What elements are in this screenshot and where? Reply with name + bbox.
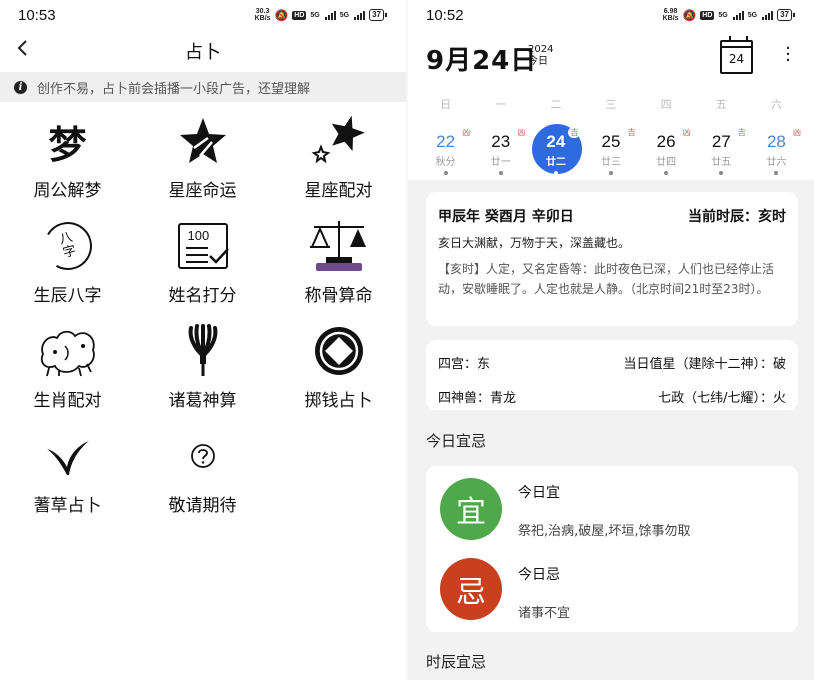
current-date[interactable]: 9月24日 xyxy=(426,40,537,77)
net-speed: 30.3 KB/s xyxy=(254,8,271,22)
net-speed: 6.98 KB/s xyxy=(662,8,679,22)
feather-fan-icon xyxy=(188,324,217,376)
bazi-icon: 八字 xyxy=(38,216,97,276)
gong-text: 四宫：东 xyxy=(438,356,491,372)
zodiac-animals-icon xyxy=(40,330,95,377)
info-icon: i xyxy=(14,80,27,94)
scale-icon xyxy=(309,221,366,271)
status-bar: 10:53 30.3 KB/s 🔕 HD 5G 5G 37 xyxy=(0,0,406,32)
day-description: 亥日大渊献，万物于天，深盖藏也。 xyxy=(438,236,631,250)
section-title: 今日宜忌 xyxy=(426,432,487,450)
item-coming-soon[interactable]: 敬请期待 xyxy=(135,427,270,532)
coin-icon xyxy=(314,327,363,375)
shenshou-text: 四神兽：青龙 xyxy=(438,390,517,406)
ganzhi-card: 甲辰年 癸酉月 辛卯日 当前时辰：亥时 亥日大渊献，万物于天，深盖藏也。 【亥时… xyxy=(426,192,798,326)
zhixing-text: 当日值星（建除十二神）：破 xyxy=(623,356,786,372)
info-card: 四宫：东 当日值星（建除十二神）：破 四神兽：青龙 七政（七纬/七耀）：火 xyxy=(426,340,798,410)
yarrow-icon xyxy=(46,441,89,475)
page-title: 占卜 xyxy=(185,42,221,63)
status-time: 10:53 xyxy=(18,7,56,24)
current-shichen: 当前时辰：亥时 xyxy=(688,209,786,225)
battery-icon: 37 xyxy=(777,9,795,21)
yi-content: 祭祀,治病,破屋,坏垣,馀事勿取 xyxy=(518,524,691,539)
day-cell[interactable]: 凶 28 廿六 xyxy=(749,124,804,178)
item-name-score[interactable]: 100 姓名打分 xyxy=(135,217,270,322)
ganzhi-text: 甲辰年 癸酉月 辛卯日 xyxy=(438,209,574,225)
item-bazi[interactable]: 八字 生辰八字 xyxy=(0,216,135,322)
signal-icon xyxy=(732,10,744,20)
more-vert-icon: · · · xyxy=(785,38,791,71)
divination-screen: 10:53 30.3 KB/s 🔕 HD 5G 5G 37 占卜 i 创作不易，占… xyxy=(0,0,406,680)
item-zhuge[interactable]: 诸葛神算 xyxy=(135,322,270,427)
battery-icon: 37 xyxy=(369,9,387,21)
score-icon: 100 xyxy=(177,223,229,269)
year-label: 2024 今日 xyxy=(528,44,554,67)
item-zodiac-match[interactable]: 星座配对 xyxy=(271,112,406,217)
dream-icon: 梦 xyxy=(48,121,87,167)
ad-notice: i 创作不易，占卜前会插播一小段广告，还望理解 xyxy=(0,72,406,102)
two-stars-icon xyxy=(311,115,365,164)
signal-icon xyxy=(354,10,366,20)
item-bone-weight[interactable]: 称骨算命 xyxy=(271,217,406,322)
weekday-header: 日 一 二 三 四 五 六 xyxy=(440,98,782,111)
item-coin[interactable]: 掷钱占卜 xyxy=(271,322,406,427)
item-dream[interactable]: 梦 周公解梦 xyxy=(0,112,135,217)
status-bar: 10:52 6.98 KB/s 🔕 HD 5G 5G 37 xyxy=(408,0,814,32)
calendar-icon: 24 xyxy=(728,52,745,66)
qizheng-text: 七政（七纬/七耀）：火 xyxy=(658,390,786,406)
yi-badge: 宜 xyxy=(440,478,502,540)
item-yarrow[interactable]: 蓍草占卜 xyxy=(0,427,135,532)
section-title: 时辰宜忌 xyxy=(426,653,487,671)
item-zodiac-animals[interactable]: 生肖配对 xyxy=(0,322,135,427)
more-menu-button[interactable]: · · · xyxy=(780,40,796,70)
day-cell[interactable]: 凶 26 廿四 xyxy=(639,124,694,178)
today-calendar-button[interactable]: 24 xyxy=(720,36,753,74)
calendar-screen: 10:52 6.98 KB/s 🔕 HD 5G 5G 37 9月24日 2024 … xyxy=(408,0,814,680)
hd-icon: HD xyxy=(292,10,307,20)
day-cell-selected[interactable]: 吉 24 廿二 xyxy=(528,124,583,178)
question-icon xyxy=(190,444,215,468)
shichen-description: 【亥时】人定，又名定昏等：此时夜色已深，人们也已经停止活动，安歇睡眠了。人定也就… xyxy=(438,262,775,296)
mute-icon: 🔕 xyxy=(682,9,697,22)
day-cell[interactable]: 凶 23 廿一 xyxy=(473,124,528,178)
ji-badge: 忌 xyxy=(440,558,502,620)
star-icon xyxy=(179,118,226,163)
day-cell[interactable]: 吉 25 廿三 xyxy=(583,124,638,178)
day-cell[interactable]: 凶 22 秋分 xyxy=(418,124,473,178)
item-horoscope[interactable]: 星座命运 xyxy=(135,112,270,217)
signal-icon xyxy=(762,10,774,20)
ji-title: 今日忌 xyxy=(518,567,560,583)
yiji-card[interactable]: 宜 今日宜 祭祀,治病,破屋,坏垣,馀事勿取 忌 今日忌 诸事不宜 xyxy=(426,466,798,632)
day-cell[interactable]: 吉 27 廿五 xyxy=(694,124,749,178)
mute-icon: 🔕 xyxy=(274,9,289,22)
signal-icon xyxy=(324,10,336,20)
ji-content: 诸事不宜 xyxy=(518,606,571,621)
hd-icon: HD xyxy=(700,10,715,20)
yi-title: 今日宜 xyxy=(518,485,560,501)
week-strip: 凶 22 秋分 凶 23 廿一 吉 24 廿二 吉 25 廿三 凶 26 廿四 xyxy=(418,124,804,178)
status-time: 10:52 xyxy=(426,7,464,24)
